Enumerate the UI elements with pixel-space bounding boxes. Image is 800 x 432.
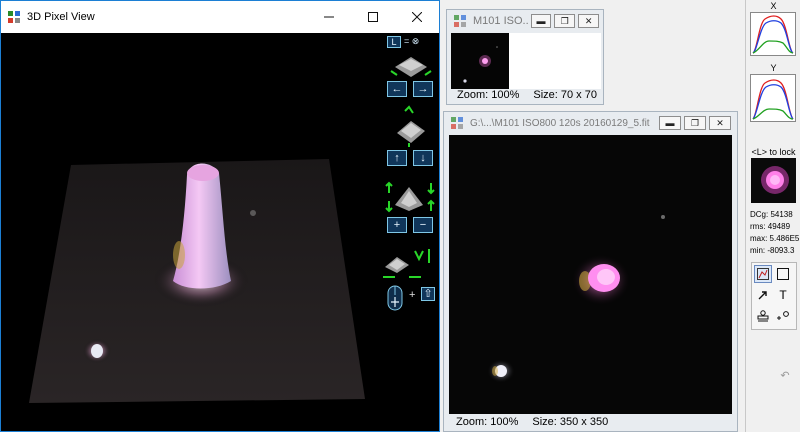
minimize-icon: ▬ [536, 16, 546, 26]
zoom-out-button[interactable]: − [413, 217, 433, 233]
close-icon: ✕ [584, 15, 593, 26]
y-profile-graph [750, 74, 796, 122]
peak-top [187, 165, 219, 181]
main-star-core [597, 269, 615, 285]
minimize-button[interactable] [307, 1, 351, 33]
close-button[interactable] [395, 1, 439, 33]
close-icon: ✕ [716, 117, 724, 128]
thumbnail-zoom: Zoom: 100% [457, 89, 520, 101]
image-titlebar[interactable]: G:\...\M101 ISO800 120s 20160129_5.fit ▬… [444, 112, 737, 134]
stamp-tool-button[interactable] [754, 307, 772, 325]
text-tool-button[interactable]: T [774, 286, 792, 304]
minimize-icon [324, 16, 334, 18]
image-size: Size: 350 x 350 [532, 416, 609, 428]
thumbnail-restore-button[interactable]: ❐ [554, 14, 576, 28]
image-minimize-button[interactable]: ▬ [659, 116, 681, 130]
zoom-in-button[interactable]: + [387, 217, 407, 233]
thumbnail-image[interactable] [451, 33, 509, 89]
point-add-icon [777, 311, 789, 320]
window-title: 3D Pixel View [27, 11, 95, 23]
app-icon [451, 117, 463, 129]
peak-yellow-tint [173, 241, 185, 269]
mouse-icon [387, 285, 403, 311]
thumbnail-statusbar: Zoom: 100% Size: 70 x 70 [447, 86, 603, 104]
undo-button[interactable]: ↶ [776, 366, 794, 384]
lock-key-hint: = ⊗ [404, 36, 420, 46]
image-zoom: Zoom: 100% [456, 416, 519, 428]
rotate-left-button[interactable]: ← [387, 81, 407, 97]
maximize-button[interactable] [351, 1, 395, 33]
lock-key-badge: L [387, 36, 401, 48]
rectangle-tool-button[interactable] [774, 265, 792, 283]
pixel-view-3d-titlebar[interactable]: 3D Pixel View [1, 1, 439, 33]
stamp-icon [757, 310, 769, 322]
x-profile-label: X [770, 1, 777, 11]
surface-plot-canvas[interactable]: L = ⊗ ← → ↑ ↓ + − + ⇧ [1, 33, 439, 431]
analysis-panel: X Y <L> to lock DCg: 54138 rms: 49489 ma… [745, 0, 800, 432]
shift-key-button[interactable]: ⇧ [421, 287, 435, 301]
histogram-tool-button[interactable] [754, 265, 772, 283]
x-profile-graph [750, 12, 796, 56]
rectangle-icon [777, 268, 789, 280]
image-canvas[interactable] [449, 135, 732, 414]
stat-min: min: -8093.3 [750, 246, 795, 255]
point-tool-button[interactable] [774, 307, 792, 325]
thumbnail-blank-area [509, 33, 601, 89]
stat-max: max: 5.486E5 [750, 234, 800, 243]
scale-height-icon [385, 181, 435, 213]
image-close-button[interactable]: ✕ [709, 116, 731, 130]
stat-rms: rms: 49489 [750, 222, 791, 231]
thumbnail-stars [463, 46, 498, 83]
minimize-icon: ▬ [665, 118, 675, 128]
image-restore-button[interactable]: ❐ [684, 116, 706, 130]
thumbnail-title: M101 ISO... [473, 15, 528, 27]
rotate-right-button[interactable]: → [413, 81, 433, 97]
thumbnail-close-button[interactable]: ✕ [578, 14, 599, 28]
undo-icon: ↶ [780, 369, 790, 382]
pixel-view-3d-window: 3D Pixel View L = ⊗ ← → ↑ ↓ + − + ⇧ [0, 0, 440, 432]
x-profile-curves [752, 15, 794, 54]
thumbnail-titlebar[interactable]: M101 ISO... ▬ ❐ ✕ [447, 10, 603, 32]
small-star [91, 344, 103, 358]
y-profile-label: Y [770, 63, 777, 73]
faint-star [661, 215, 665, 219]
lock-hint-label: <L> to lock [751, 147, 796, 157]
restore-icon: ❐ [560, 15, 569, 26]
image-title: G:\...\M101 ISO800 120s 20160129_5.fit [470, 117, 650, 129]
rotate-surface-icon [390, 57, 432, 77]
maximize-icon [368, 12, 378, 22]
stat-dcg: DCg: 54138 [750, 210, 793, 219]
tilt-up-button[interactable]: ↑ [387, 150, 407, 166]
close-icon [412, 12, 422, 22]
app-icon [8, 11, 20, 23]
image-stars [487, 215, 665, 383]
thumbnail-minimize-button[interactable]: ▬ [530, 14, 552, 28]
thumbnail-size: Size: 70 x 70 [533, 89, 597, 101]
thumbnail-window: M101 ISO... ▬ ❐ ✕ Zoom: 100% Size: 70 x … [446, 9, 604, 105]
y-profile-curves [752, 79, 794, 120]
star-preview-image [761, 166, 789, 194]
arrow-icon [758, 291, 767, 300]
small-star-tint [492, 366, 498, 376]
tilt-down-button[interactable]: ↓ [413, 150, 433, 166]
restore-icon: ❐ [690, 117, 700, 128]
faint-star [250, 210, 256, 216]
tilt-surface-icon [397, 105, 425, 147]
star-preview [751, 158, 796, 203]
pan-surface-icon [383, 249, 430, 278]
histogram-icon [757, 268, 769, 280]
image-statusbar: Zoom: 100% Size: 350 x 350 [444, 413, 737, 431]
app-icon [454, 15, 466, 27]
mouse-plus-label: + [409, 289, 416, 301]
arrow-tool-button[interactable] [754, 286, 772, 304]
image-window: G:\...\M101 ISO800 120s 20160129_5.fit ▬… [443, 111, 738, 432]
surface-plot [29, 159, 365, 403]
